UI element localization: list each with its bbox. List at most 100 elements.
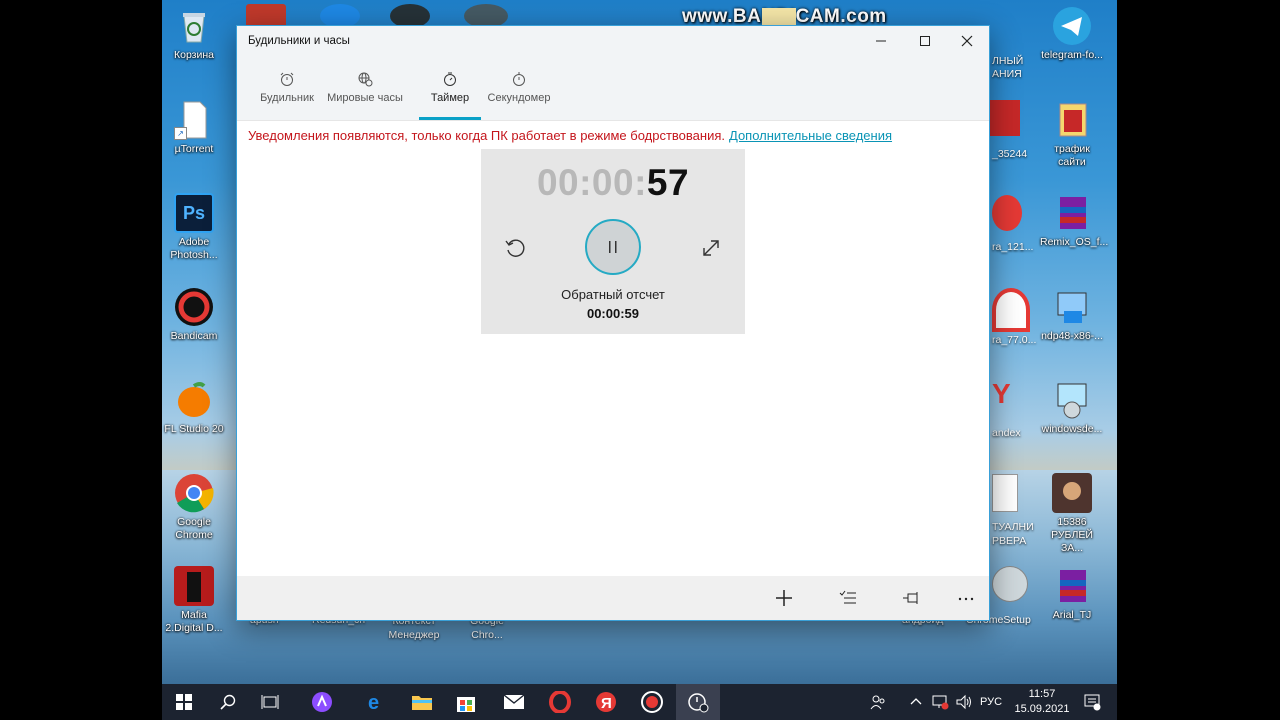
- taskbar-opera[interactable]: [538, 684, 582, 720]
- globe-icon: [358, 72, 373, 87]
- partial-yandex-icon[interactable]: Y: [992, 378, 1022, 418]
- bandicam-icon: [641, 691, 663, 713]
- desktop-icon-arial[interactable]: Arial_TJ: [1040, 566, 1104, 622]
- desktop-icon-remix[interactable]: Remix_OS_f...: [1040, 193, 1108, 249]
- tab-bar: Будильник Мировые часы Таймер Секундомер: [237, 56, 989, 121]
- partial-label: ЛНЫЙ АНИЯ: [992, 55, 1024, 80]
- stopwatch-icon: [513, 72, 525, 86]
- more-icon: [958, 597, 974, 601]
- minimize-button[interactable]: [859, 26, 903, 56]
- pause-button[interactable]: [585, 219, 641, 275]
- winrar-icon: [1052, 566, 1092, 606]
- select-timers-button[interactable]: [833, 584, 863, 612]
- search-button[interactable]: [206, 684, 250, 720]
- partial-label: andex: [992, 427, 1021, 439]
- taskbar-clock[interactable]: 11:57 15.09.2021: [1012, 688, 1072, 715]
- add-timer-button[interactable]: [769, 584, 799, 612]
- desktop-icon-mafia[interactable]: Mafia 2.Digital D...: [162, 566, 226, 635]
- volume-icon: [956, 694, 971, 710]
- mail-icon: [503, 694, 525, 709]
- add-icon: [776, 590, 792, 606]
- desktop-icon-bandicam[interactable]: Bandicam: [162, 287, 226, 343]
- file-icon: ↗: [174, 100, 214, 140]
- partial-document-icon[interactable]: [992, 474, 1018, 512]
- reset-button[interactable]: [503, 236, 527, 260]
- volume-button[interactable]: [952, 684, 976, 720]
- people-icon: [870, 695, 885, 710]
- desktop-icon-photoshop[interactable]: Ps Adobe Photosh...: [162, 193, 226, 262]
- tab-timer[interactable]: Таймер: [419, 56, 481, 120]
- taskbar-yandex[interactable]: Я: [584, 684, 628, 720]
- command-bar: [237, 576, 989, 620]
- action-center-button[interactable]: [1076, 684, 1108, 720]
- close-icon: [961, 35, 973, 47]
- desktop-icon-windowsde[interactable]: windowsde...: [1040, 380, 1104, 436]
- people-button[interactable]: [862, 684, 894, 720]
- search-icon: [220, 694, 236, 710]
- alarm-clock-icon: [280, 72, 294, 86]
- tab-stopwatch[interactable]: Секундомер: [485, 56, 553, 118]
- minimize-icon: [876, 40, 886, 42]
- recycle-bin-icon: [174, 6, 214, 46]
- partial-disc-icon[interactable]: [992, 566, 1028, 602]
- input-language[interactable]: РУС: [980, 696, 1002, 708]
- desktop-icon-utorrent[interactable]: ↗ µTorrent: [162, 100, 226, 156]
- expand-button[interactable]: [699, 236, 723, 260]
- timer-display: 00:00:57: [536, 162, 690, 203]
- installer-icon: [1052, 380, 1092, 420]
- taskbar-file-explorer[interactable]: [400, 684, 444, 720]
- telegram-icon: [1052, 6, 1092, 46]
- timer-total: 00:00:59: [586, 306, 640, 321]
- taskbar-alice[interactable]: [300, 684, 344, 720]
- partial-winrar-icon[interactable]: [990, 100, 1020, 136]
- desktop-icon-traffic[interactable]: трафик сайти: [1040, 100, 1104, 169]
- desktop-icon-ndp48[interactable]: ndp48-x86-...: [1040, 287, 1104, 343]
- desktop-icon-recycle-bin[interactable]: Корзина: [162, 6, 226, 62]
- alarms-icon: [688, 693, 709, 713]
- partial-label: _35244: [992, 148, 1028, 160]
- desktop-icon-telegram[interactable]: telegram-fo...: [1040, 6, 1104, 62]
- taskbar-alarms-clock[interactable]: [676, 684, 720, 720]
- edge-icon: e: [368, 692, 379, 713]
- partial-label: ra_77.0...: [992, 334, 1037, 346]
- tab-world-clock[interactable]: Мировые часы: [323, 56, 407, 118]
- network-button[interactable]: [928, 684, 952, 720]
- alice-icon: [312, 692, 332, 712]
- desktop-icon-flstudio[interactable]: FL Studio 20: [162, 380, 226, 436]
- window-title: Будильники и часы: [248, 35, 350, 47]
- alarms-clock-window: Будильники и часы Будильник Мировые часы…: [236, 25, 990, 621]
- pin-icon: [903, 592, 918, 604]
- opera-icon: [549, 691, 571, 713]
- task-view-button[interactable]: [248, 684, 292, 720]
- select-icon: [839, 590, 856, 604]
- pause-icon: [609, 241, 617, 253]
- pin-to-start-button[interactable]: [897, 584, 927, 612]
- reset-icon: [505, 239, 525, 257]
- taskbar-bandicam[interactable]: [630, 684, 674, 720]
- notification-warning: Уведомления появляются, только когда ПК …: [248, 128, 893, 143]
- start-icon: [176, 694, 192, 710]
- partial-opera-icon[interactable]: [992, 195, 1022, 231]
- show-hidden-icons-button[interactable]: [904, 684, 928, 720]
- maximize-button[interactable]: [903, 26, 947, 56]
- store-icon: [457, 697, 475, 712]
- shortcut-arrow-icon: ↗: [174, 127, 187, 140]
- yandex-icon: Я: [596, 692, 616, 712]
- start-button[interactable]: [162, 684, 206, 720]
- timer-name: Обратный отсчет: [561, 287, 665, 302]
- desktop-icon-video[interactable]: 15386 РУБЛЕЙ ЗА...: [1040, 473, 1104, 555]
- tab-alarm[interactable]: Будильник: [257, 56, 317, 118]
- notification-icon: [1084, 694, 1101, 711]
- partial-opera-icon[interactable]: [992, 288, 1030, 332]
- title-bar[interactable]: Будильники и часы: [237, 26, 989, 56]
- taskbar-mail[interactable]: [492, 684, 536, 720]
- more-options-button[interactable]: [951, 584, 981, 612]
- timer-card[interactable]: 00:00:57 Обратный отсчет 00:00:59: [481, 149, 745, 334]
- close-button[interactable]: [945, 26, 989, 56]
- learn-more-link[interactable]: Дополнительные сведения: [729, 128, 892, 143]
- taskbar-store[interactable]: [444, 684, 488, 720]
- desktop-icon-chrome[interactable]: Google Chrome: [162, 473, 226, 542]
- bandicam-icon: [174, 287, 214, 327]
- taskbar-edge[interactable]: e: [354, 684, 398, 720]
- installer-icon: [1052, 287, 1092, 327]
